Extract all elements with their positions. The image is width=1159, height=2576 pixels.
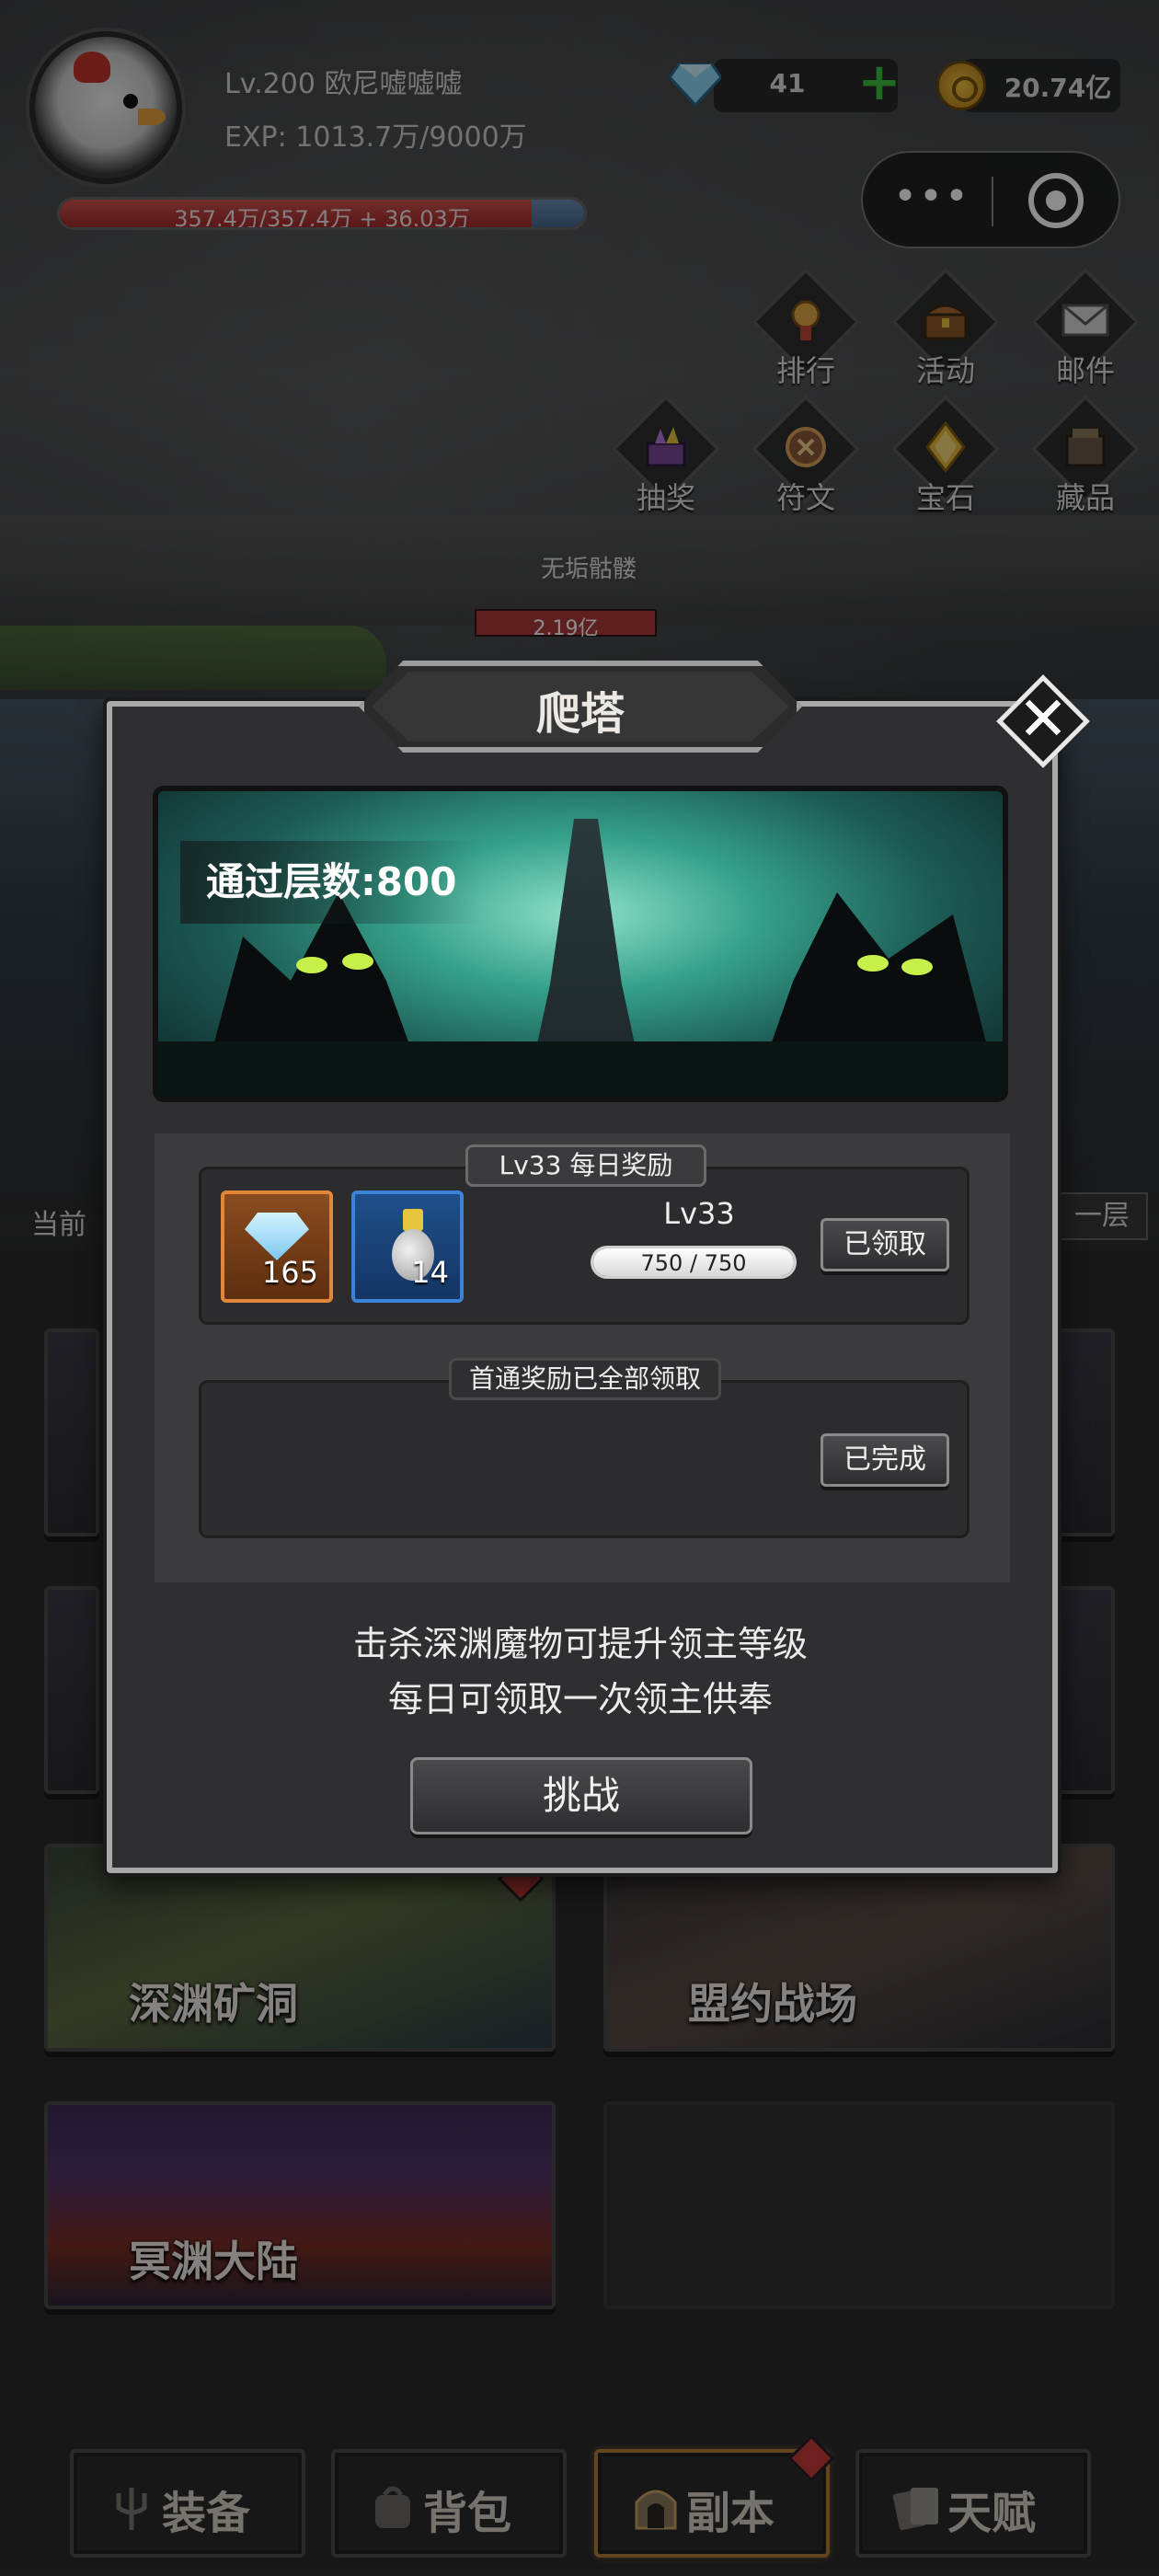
monster-eye <box>857 955 889 972</box>
daily-progress-text: 750 / 750 <box>640 1250 747 1276</box>
first-clear-done-button[interactable]: 已完成 <box>820 1433 949 1487</box>
daily-reward-tag: Lv33 每日奖励 <box>465 1144 706 1187</box>
monster-eye <box>342 953 373 970</box>
tower-description-line1: 击杀深渊魔物可提升领主等级 <box>352 1624 808 1664</box>
diamond-icon <box>245 1213 309 1260</box>
potion-neck <box>403 1209 423 1231</box>
daily-claimed-button[interactable]: 已领取 <box>820 1218 949 1271</box>
challenge-button[interactable]: 挑战 <box>410 1757 752 1834</box>
daily-level: Lv33 <box>663 1196 735 1231</box>
tower-banner <box>153 786 1008 1102</box>
reward-item-qty: 165 <box>261 1255 318 1290</box>
reward-item-diamond[interactable]: 165 <box>221 1190 333 1303</box>
banner-ground <box>158 1041 1003 1097</box>
tower-description-line2: 每日可领取一次领主供奉 <box>387 1679 773 1719</box>
close-button[interactable]: ✕ <box>995 673 1091 769</box>
close-icon: ✕ <box>1017 684 1069 754</box>
popup-title-plate: 爬塔 <box>359 661 802 753</box>
reward-item-qty: 14 <box>411 1255 449 1290</box>
daily-progress-bar: 750 / 750 <box>591 1246 797 1279</box>
monster-eye <box>296 957 327 973</box>
reward-item-potion[interactable]: 14 <box>351 1190 464 1303</box>
popup-title: 爬塔 <box>535 688 625 740</box>
floors-passed: 通过层数:800 <box>180 841 483 924</box>
monster-eye <box>901 959 933 975</box>
first-clear-tag: 首通奖励已全部领取 <box>449 1358 721 1400</box>
